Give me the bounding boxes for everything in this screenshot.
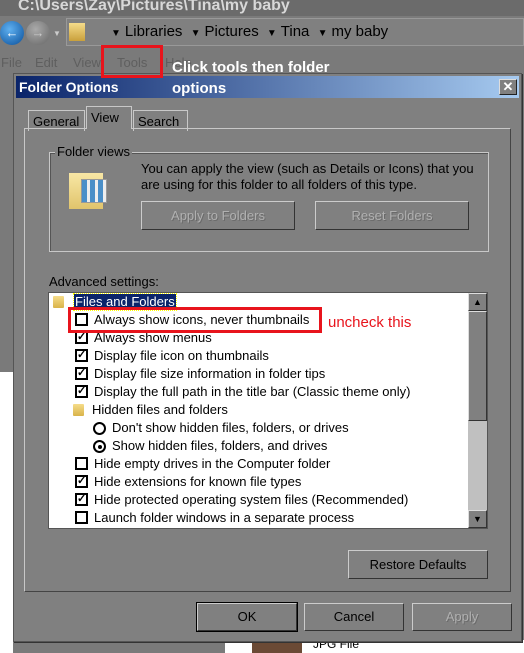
folder-icon bbox=[69, 23, 85, 41]
dialog-title: Folder Options bbox=[19, 79, 119, 95]
advanced-settings-label: Advanced settings: bbox=[49, 274, 159, 289]
checkbox-checked[interactable]: ✓ bbox=[75, 367, 88, 380]
tools-highlight-box bbox=[101, 45, 163, 78]
checkbox-checked[interactable]: ✓ bbox=[75, 493, 88, 506]
tools-annotation: Click tools then folder options bbox=[172, 59, 330, 97]
setting-label: Hide protected operating system files (R… bbox=[94, 492, 409, 507]
chevron-icon: ▼ bbox=[266, 28, 277, 39]
menu-edit[interactable]: Edit bbox=[35, 55, 57, 70]
setting-label: Show hidden files, folders, and drives bbox=[112, 438, 328, 453]
setting-label: Hide extensions for known file types bbox=[94, 474, 302, 489]
uncheck-annotation: uncheck this bbox=[328, 314, 412, 331]
apply-button[interactable]: Apply bbox=[412, 603, 512, 631]
folder-icon bbox=[73, 404, 84, 416]
apply-to-folders-button[interactable]: Apply to Folders bbox=[141, 201, 295, 230]
recent-pages-chevron-icon[interactable]: ▼ bbox=[53, 29, 61, 38]
folder-icon bbox=[53, 296, 64, 308]
setting-label: Hidden files and folders bbox=[92, 402, 228, 417]
setting-label: Hide empty drives in the Computer folder bbox=[94, 456, 331, 471]
breadcrumb-item[interactable]: Tina bbox=[281, 23, 310, 40]
tab-view[interactable]: View bbox=[86, 106, 132, 129]
breadcrumb-item[interactable]: my baby bbox=[331, 23, 388, 40]
setting-label: Don't show hidden files, folders, or dri… bbox=[112, 420, 349, 435]
folder-views-description: You can apply the view (such as Details … bbox=[141, 161, 474, 192]
checkbox-unchecked[interactable] bbox=[75, 511, 88, 524]
restore-defaults-button[interactable]: Restore Defaults bbox=[348, 550, 488, 579]
setting-label: Display the full path in the title bar (… bbox=[94, 384, 411, 399]
menu-view[interactable]: View bbox=[73, 55, 101, 70]
forward-button[interactable]: → bbox=[26, 21, 50, 45]
checkbox-checked[interactable]: ✓ bbox=[75, 385, 88, 398]
chevron-icon: ▼ bbox=[190, 28, 201, 39]
checkbox-checked[interactable]: ✓ bbox=[75, 475, 88, 488]
checkbox-checked[interactable]: ✓ bbox=[75, 349, 88, 362]
folder-views-icon bbox=[69, 173, 107, 209]
chevron-icon: ▼ bbox=[111, 28, 121, 39]
breadcrumb-item[interactable]: Libraries bbox=[125, 23, 183, 40]
menu-file[interactable]: File bbox=[1, 55, 22, 70]
folder-views-legend: Folder views bbox=[55, 144, 132, 159]
ok-button[interactable]: OK bbox=[196, 602, 298, 632]
radio-selected[interactable] bbox=[93, 440, 106, 453]
chevron-icon: ▼ bbox=[317, 28, 328, 39]
scroll-up-button[interactable]: ▲ bbox=[468, 293, 487, 311]
explorer-title-bar: C:\Users\Zay\Pictures\Tina\my baby bbox=[0, 0, 524, 16]
scrollbar[interactable]: ▲ ▼ bbox=[468, 293, 487, 528]
setting-label: Display file size information in folder … bbox=[94, 366, 326, 381]
scrollbar-thumb[interactable] bbox=[468, 311, 487, 421]
radio-unselected[interactable] bbox=[93, 422, 106, 435]
scroll-down-button[interactable]: ▼ bbox=[468, 510, 487, 528]
breadcrumb-item[interactable]: Pictures bbox=[205, 23, 259, 40]
folder-options-dialog: Folder Options ✕ General View Search Fol… bbox=[13, 73, 522, 642]
setting-label: Launch folder windows in a separate proc… bbox=[94, 510, 355, 525]
setting-label: Display file icon on thumbnails bbox=[94, 348, 269, 363]
nav-pane bbox=[0, 372, 13, 653]
checkbox-highlight-box bbox=[68, 307, 322, 333]
back-button[interactable]: ← bbox=[0, 21, 24, 45]
cancel-button[interactable]: Cancel bbox=[304, 603, 404, 631]
address-bar[interactable]: ▼ Libraries ▼ Pictures ▼ Tina ▼ my baby bbox=[66, 18, 524, 46]
checkbox-unchecked[interactable] bbox=[75, 457, 88, 470]
reset-folders-button[interactable]: Reset Folders bbox=[315, 201, 469, 230]
close-button[interactable]: ✕ bbox=[499, 79, 517, 95]
